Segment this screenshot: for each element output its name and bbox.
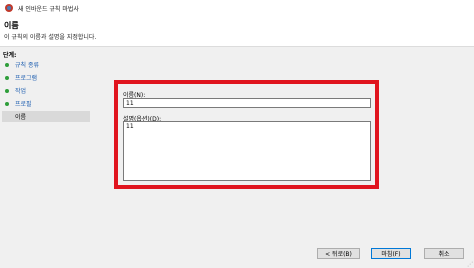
step-done-icon <box>5 75 9 80</box>
step-label: 규칙 종류 <box>15 62 39 69</box>
step-label: 작업 <box>15 88 27 95</box>
finish-button[interactable]: 마침(F) <box>371 248 411 259</box>
step-label: 프로필 <box>15 101 32 108</box>
step-done-icon <box>5 88 9 93</box>
firewall-icon <box>5 4 13 12</box>
name-input[interactable]: 11 <box>123 98 371 108</box>
step-profile[interactable]: 프로필 <box>2 98 90 109</box>
page-title: 이름 <box>4 21 19 30</box>
step-action[interactable]: 작업 <box>2 85 90 96</box>
steps-panel: 단계: 규칙 종류 프로그램 작업 프로필 이름 <box>0 47 92 268</box>
resize-grip-icon[interactable]: ⋰ <box>467 261 473 268</box>
title-bar: 새 인바운드 규칙 마법사 <box>0 0 474 16</box>
step-done-icon <box>5 62 9 67</box>
step-done-icon <box>5 101 9 106</box>
window-title: 새 인바운드 규칙 마법사 <box>18 6 79 13</box>
cancel-button[interactable]: 취소 <box>424 248 464 259</box>
step-name[interactable]: 이름 <box>2 111 90 122</box>
step-current-icon <box>5 115 9 119</box>
page-header: 이름 이 규칙의 이름과 설명을 지정합니다. <box>0 16 474 47</box>
steps-title: 단계: <box>3 52 17 59</box>
description-input[interactable]: 11 <box>123 121 371 181</box>
page-subtitle: 이 규칙의 이름과 설명을 지정합니다. <box>4 34 97 41</box>
step-program[interactable]: 프로그램 <box>2 72 90 83</box>
step-label: 프로그램 <box>15 75 38 82</box>
step-rule-type[interactable]: 규칙 종류 <box>2 59 90 70</box>
back-button[interactable]: < 뒤로(B) <box>317 248 360 259</box>
step-label: 이름 <box>15 114 27 121</box>
